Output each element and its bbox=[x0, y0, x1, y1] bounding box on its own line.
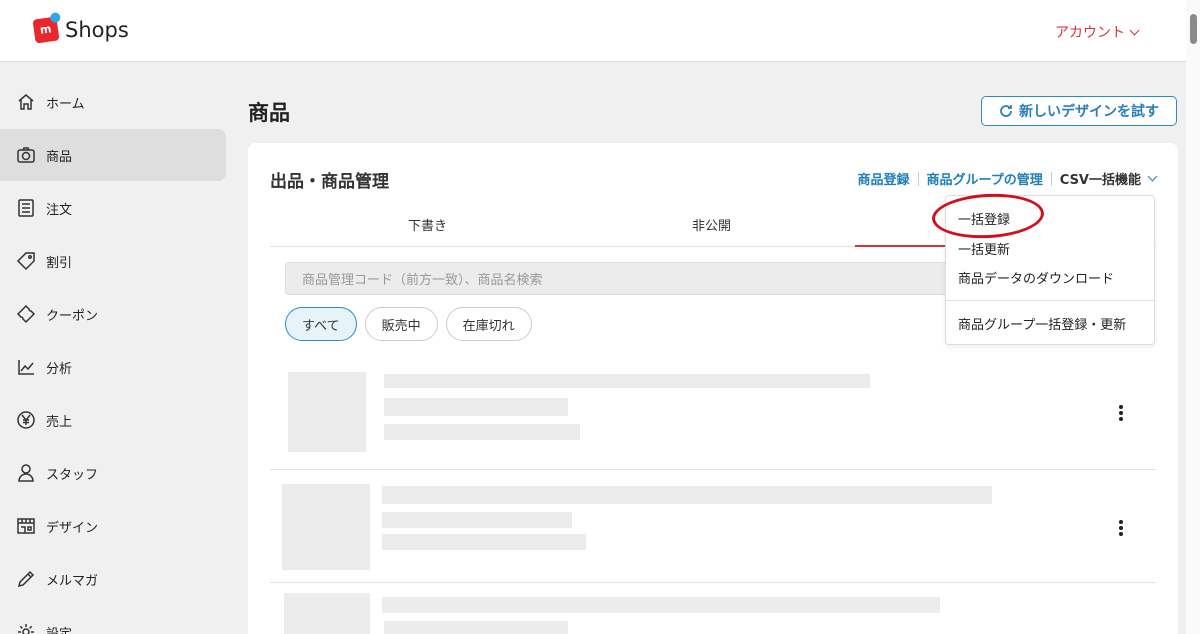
search-placeholder: 商品管理コード（前方一致）、商品名検索 bbox=[302, 273, 543, 288]
logo-mark-icon: m bbox=[32, 16, 60, 44]
sidebar-item-label: 設定 bbox=[46, 626, 73, 634]
thumbnail-placeholder bbox=[288, 372, 366, 452]
logo-text: Shops bbox=[65, 18, 129, 42]
yen-icon bbox=[17, 411, 35, 429]
page-scrollbar[interactable] bbox=[1186, 0, 1200, 634]
chart-icon bbox=[18, 360, 34, 375]
text-placeholder bbox=[384, 398, 568, 416]
csv-bulk-label: CSV一括機能 bbox=[1059, 173, 1141, 188]
tab-draft[interactable]: 下書き bbox=[408, 215, 447, 234]
thumbnail-placeholder bbox=[284, 593, 370, 634]
filter-chips: すべて 販売中 在庫切れ bbox=[285, 307, 532, 341]
menu-item-download-data[interactable]: 商品データのダウンロード bbox=[958, 268, 1114, 287]
sidebar-item-label: 分析 bbox=[46, 361, 73, 377]
filter-on-sale[interactable]: 販売中 bbox=[364, 307, 438, 341]
text-placeholder bbox=[382, 534, 586, 550]
sidebar-item-staff[interactable]: スタッフ bbox=[0, 447, 226, 499]
card-actions: 商品登録 商品グループの管理 CSV一括機能 bbox=[850, 169, 1158, 188]
text-placeholder bbox=[382, 486, 992, 504]
product-register-link[interactable]: 商品登録 bbox=[850, 169, 918, 188]
home-icon bbox=[18, 94, 34, 110]
page-title: 商品 bbox=[248, 101, 290, 125]
try-new-design-label: 新しいデザインを試す bbox=[1019, 104, 1159, 120]
sidebar-item-settings[interactable]: 設定 bbox=[0, 606, 226, 634]
csv-bulk-button[interactable]: CSV一括機能 bbox=[1052, 169, 1158, 188]
list-icon bbox=[18, 199, 34, 217]
sidebar-item-analytics[interactable]: 分析 bbox=[0, 341, 226, 393]
text-placeholder bbox=[384, 374, 870, 388]
filter-out-of-stock[interactable]: 在庫切れ bbox=[445, 307, 532, 341]
sidebar-item-sales[interactable]: 売上 bbox=[0, 394, 226, 446]
person-icon bbox=[18, 464, 34, 482]
sidebar-item-home[interactable]: ホーム bbox=[0, 76, 226, 128]
sidebar-item-label: 注文 bbox=[46, 202, 73, 218]
filter-all[interactable]: すべて bbox=[285, 307, 357, 341]
sidebar-item-coupon[interactable]: クーポン bbox=[0, 288, 226, 340]
sidebar-item-newsletter[interactable]: メルマガ bbox=[0, 553, 226, 605]
try-new-design-button[interactable]: 新しいデザインを試す bbox=[981, 96, 1177, 126]
tab-private[interactable]: 非公開 bbox=[692, 215, 731, 234]
text-placeholder bbox=[382, 512, 572, 528]
sidebar-item-label: デザイン bbox=[46, 520, 99, 536]
list-item[interactable] bbox=[270, 470, 1156, 583]
text-placeholder bbox=[384, 621, 568, 634]
sidebar-item-products[interactable]: 商品 bbox=[0, 129, 226, 181]
sidebar-item-label: スタッフ bbox=[46, 467, 99, 483]
sidebar-item-label: メルマガ bbox=[46, 573, 99, 589]
gear-icon bbox=[18, 624, 34, 634]
scrollbar-thumb[interactable] bbox=[1190, 14, 1197, 44]
sidebar-item-orders[interactable]: 注文 bbox=[0, 182, 226, 234]
sidebar-item-label: 割引 bbox=[46, 255, 73, 271]
thumbnail-placeholder bbox=[282, 484, 370, 570]
account-menu-button[interactable]: アカウント bbox=[1055, 22, 1140, 42]
more-options-icon[interactable] bbox=[1119, 405, 1123, 423]
chevron-down-icon bbox=[1147, 171, 1158, 182]
text-placeholder bbox=[382, 597, 940, 613]
account-label: アカウント bbox=[1055, 25, 1125, 41]
sidebar-item-label: ホーム bbox=[46, 96, 85, 112]
refresh-icon bbox=[1000, 105, 1012, 117]
list-item[interactable] bbox=[270, 583, 1156, 634]
sidebar-item-design[interactable]: デザイン bbox=[0, 500, 226, 552]
menu-item-group-bulk[interactable]: 商品グループ一括登録・更新 bbox=[958, 314, 1126, 333]
ticket-icon bbox=[16, 304, 36, 324]
list-item[interactable] bbox=[270, 358, 1156, 470]
top-header: m Shops アカウント bbox=[0, 0, 1186, 62]
sidebar: ホーム 商品 注文 割引 クーポン 分析 売上 スタッフ デザイン メルマガ 設… bbox=[0, 76, 226, 634]
store-icon bbox=[17, 518, 35, 534]
shops-logo[interactable]: m Shops bbox=[32, 16, 129, 44]
card-title: 出品・商品管理 bbox=[270, 172, 389, 192]
product-search-input[interactable]: 商品管理コード（前方一致）、商品名検索 bbox=[285, 262, 965, 295]
sidebar-item-label: クーポン bbox=[46, 308, 99, 324]
product-group-link[interactable]: 商品グループの管理 bbox=[919, 169, 1051, 188]
camera-icon bbox=[17, 147, 35, 163]
sidebar-item-discount[interactable]: 割引 bbox=[0, 235, 226, 287]
text-placeholder bbox=[384, 424, 580, 440]
tag-icon bbox=[16, 252, 35, 271]
active-tab-indicator bbox=[855, 245, 951, 247]
chevron-down-icon bbox=[1129, 25, 1140, 35]
sidebar-item-label: 商品 bbox=[46, 149, 73, 165]
divider bbox=[946, 300, 1154, 301]
sidebar-item-label: 売上 bbox=[46, 414, 73, 430]
pen-icon bbox=[17, 570, 35, 588]
menu-item-bulk-update[interactable]: 一括更新 bbox=[958, 239, 1010, 258]
more-options-icon[interactable] bbox=[1119, 520, 1123, 538]
